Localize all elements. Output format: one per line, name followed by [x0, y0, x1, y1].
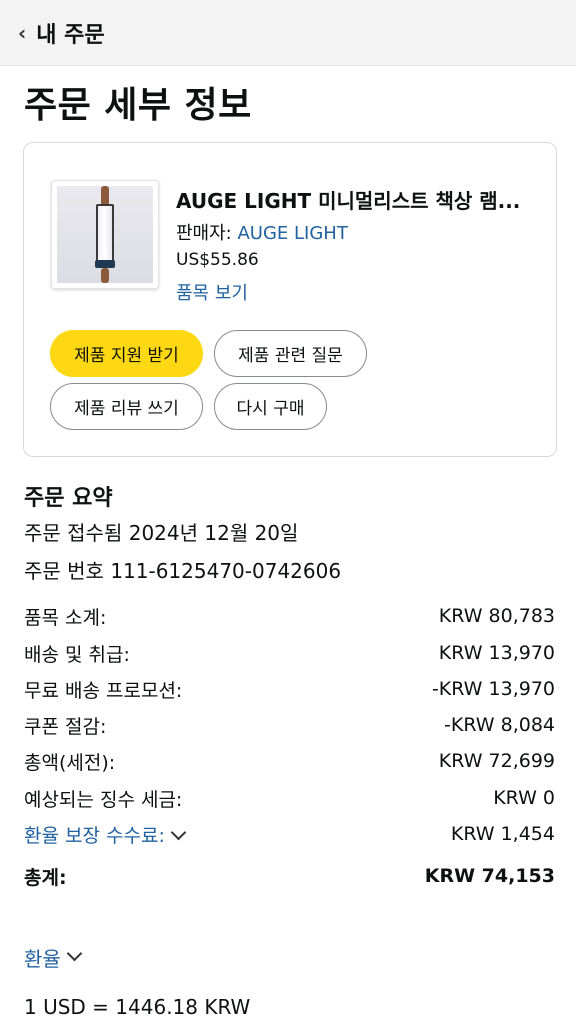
row-amount: -KRW 13,970: [431, 678, 555, 700]
row-amount: KRW 74,153: [424, 865, 555, 887]
product-name-link[interactable]: AUGE LIGHT 미니멀리스트 책상 램...: [176, 185, 536, 214]
summary-row-grand-total: 총계: KRW 74,153: [24, 862, 555, 890]
order-placed-date: 주문 접수됨 2024년 12월 20일: [24, 521, 299, 545]
summary-row-before-tax: 총액(세전): KRW 72,699: [24, 747, 555, 775]
top-navigation-bar: ‹ 내 주문: [0, 0, 576, 66]
row-label: 배송 및 취급:: [24, 643, 130, 666]
chevron-down-icon: [170, 824, 187, 840]
order-number: 주문 번호 111-6125470-0742606: [24, 559, 342, 583]
order-summary-heading: 주문 요약: [24, 486, 113, 511]
row-amount: KRW 80,783: [438, 605, 555, 627]
lamp-image: [57, 186, 153, 283]
back-to-my-orders-link[interactable]: 내 주문: [36, 17, 104, 49]
row-label: 품목 소계:: [24, 606, 107, 629]
row-amount: KRW 13,970: [438, 642, 555, 664]
exchange-rate-value: 1 USD = 1446.18 KRW: [24, 995, 251, 1019]
row-amount: KRW 0: [493, 787, 555, 809]
page-title: 주문 세부 정보: [24, 85, 252, 126]
chevron-down-icon: [66, 945, 83, 962]
ask-product-question-button[interactable]: 제품 관련 질문: [214, 330, 367, 377]
summary-row-free-shipping: 무료 배송 프로모션: -KRW 13,970: [24, 675, 555, 703]
product-price: US$55.86: [176, 250, 259, 270]
view-item-link[interactable]: 품목 보기: [176, 279, 248, 305]
summary-row-fx-fee: 환율 보장 수수료: KRW 1,454: [24, 820, 555, 848]
exchange-rate-label: 환율: [24, 947, 61, 971]
fx-fee-toggle[interactable]: 환율 보장 수수료:: [24, 821, 187, 848]
write-review-button[interactable]: 제품 리뷰 쓰기: [50, 383, 203, 430]
product-card: AUGE LIGHT 미니멀리스트 책상 램... 판매자: AUGE LIGH…: [23, 142, 557, 457]
row-amount: KRW 1,454: [450, 823, 555, 845]
row-amount: KRW 72,699: [438, 750, 555, 772]
seller-link[interactable]: AUGE LIGHT: [237, 223, 347, 244]
seller-line: 판매자: AUGE LIGHT: [176, 219, 348, 245]
row-label: 예상되는 징수 세금:: [24, 788, 183, 811]
summary-row-coupon: 쿠폰 절감: -KRW 8,084: [24, 711, 555, 739]
row-label: 총액(세전):: [24, 751, 116, 774]
product-thumbnail[interactable]: [51, 180, 159, 289]
seller-prefix: 판매자:: [176, 223, 238, 244]
row-label: 무료 배송 프로모션:: [24, 679, 183, 702]
exchange-rate-toggle[interactable]: 환율: [24, 943, 83, 972]
buy-again-button[interactable]: 다시 구매: [214, 383, 327, 430]
row-label: 환율 보장 수수료:: [24, 824, 165, 847]
row-amount: -KRW 8,084: [444, 714, 555, 736]
summary-row-item-subtotal: 품목 소계: KRW 80,783: [24, 602, 555, 630]
row-label: 총계:: [24, 866, 67, 889]
chevron-left-icon[interactable]: ‹: [18, 23, 26, 43]
summary-row-estimated-tax: 예상되는 징수 세금: KRW 0: [24, 784, 555, 812]
get-product-support-button[interactable]: 제품 지원 받기: [50, 330, 203, 377]
summary-row-shipping: 배송 및 취급: KRW 13,970: [24, 639, 555, 667]
row-label: 쿠폰 절감:: [24, 715, 107, 738]
